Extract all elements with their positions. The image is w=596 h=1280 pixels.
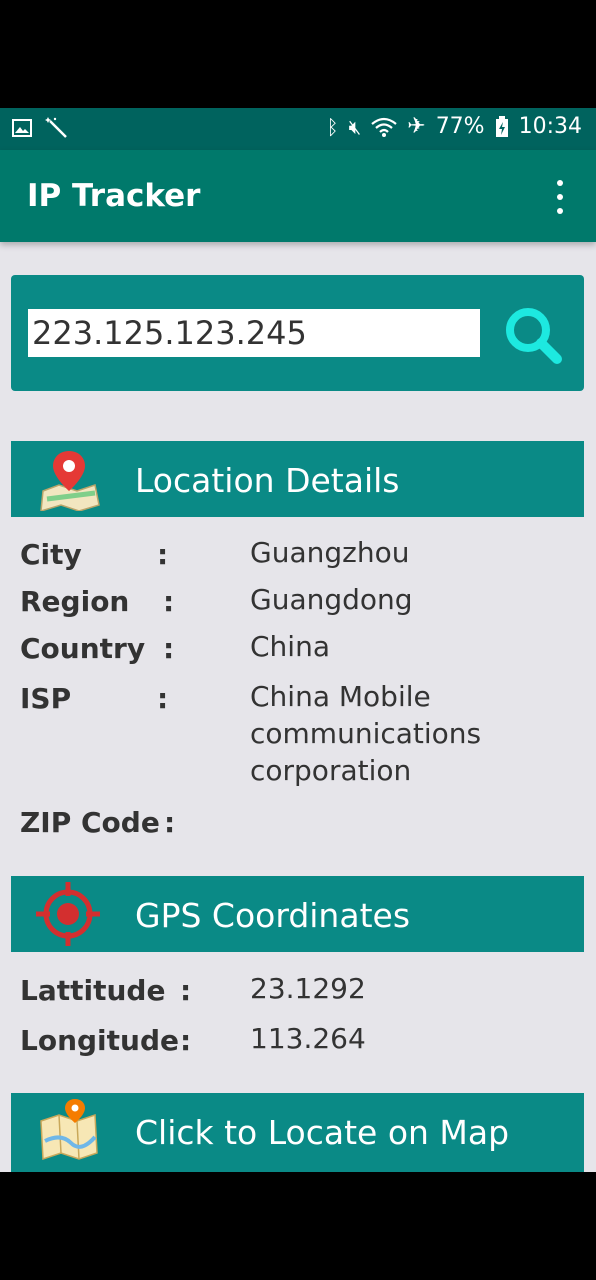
region-value: Guangdong xyxy=(250,583,413,616)
zip-code-label: ZIP Code xyxy=(20,806,160,839)
folded-map-icon xyxy=(40,1099,98,1161)
gps-coordinates-title: GPS Coordinates xyxy=(135,896,411,935)
latitude-label: Lattitude xyxy=(20,974,166,1007)
latitude-row: Lattitude : 23.1292 xyxy=(20,972,580,1014)
clock: 10:34 xyxy=(518,114,582,139)
country-label: Country xyxy=(20,632,146,665)
crosshair-target-icon xyxy=(36,882,100,946)
region-row: Region : Guangdong xyxy=(20,583,580,625)
gallery-notification-icon xyxy=(12,119,32,137)
country-colon: : xyxy=(163,632,175,665)
longitude-colon: : xyxy=(180,1024,192,1057)
mute-icon: 🔇︎ xyxy=(348,114,362,139)
latitude-value: 23.1292 xyxy=(250,972,366,1005)
location-details-title: Location Details xyxy=(135,461,400,500)
app-screen: ᛒ 🔇︎ ✈ 77% 10:34 IP Tracker 223.125.123.… xyxy=(0,108,596,1172)
search-card xyxy=(11,275,584,391)
city-colon: : xyxy=(157,538,169,571)
ip-address-input[interactable] xyxy=(28,309,480,357)
app-bar: IP Tracker xyxy=(0,150,596,242)
location-details-header: Location Details xyxy=(11,441,584,517)
region-colon: : xyxy=(163,585,175,618)
isp-colon: : xyxy=(157,682,169,715)
wifi-icon xyxy=(371,117,397,137)
battery-icon xyxy=(495,115,508,137)
gps-coordinates-header: GPS Coordinates xyxy=(11,876,584,952)
longitude-value: 113.264 xyxy=(250,1022,366,1055)
latitude-colon: : xyxy=(180,974,192,1007)
bluetooth-icon: ᛒ xyxy=(326,114,339,139)
region-label: Region xyxy=(20,585,130,618)
locate-on-map-label: Click to Locate on Map xyxy=(135,1113,510,1152)
isp-row: ISP : China Mobile communications corpor… xyxy=(20,680,580,802)
airplane-mode-icon: ✈ xyxy=(407,114,426,139)
status-bar: ᛒ 🔇︎ ✈ 77% 10:34 xyxy=(0,108,596,150)
map-pin-icon xyxy=(40,451,100,511)
search-button[interactable] xyxy=(503,305,563,365)
app-title: IP Tracker xyxy=(27,178,201,214)
search-icon xyxy=(506,308,562,364)
overflow-menu-icon[interactable] xyxy=(548,180,572,214)
locate-on-map-button[interactable]: Click to Locate on Map xyxy=(11,1093,584,1172)
isp-label: ISP xyxy=(20,682,72,715)
battery-percent: 77% xyxy=(435,114,485,139)
longitude-row: Longitude : 113.264 xyxy=(20,1022,580,1064)
longitude-label: Longitude xyxy=(20,1024,180,1057)
city-label: City xyxy=(20,538,82,571)
city-row: City : Guangzhou xyxy=(20,536,580,578)
country-row: Country : China xyxy=(20,630,580,672)
isp-value: China Mobile communications corporation xyxy=(250,680,482,787)
country-value: China xyxy=(250,630,330,663)
zip-code-row: ZIP Code : xyxy=(20,806,580,846)
magic-wand-notification-icon xyxy=(45,117,67,138)
city-value: Guangzhou xyxy=(250,536,410,569)
zip-code-colon: : xyxy=(164,806,176,839)
